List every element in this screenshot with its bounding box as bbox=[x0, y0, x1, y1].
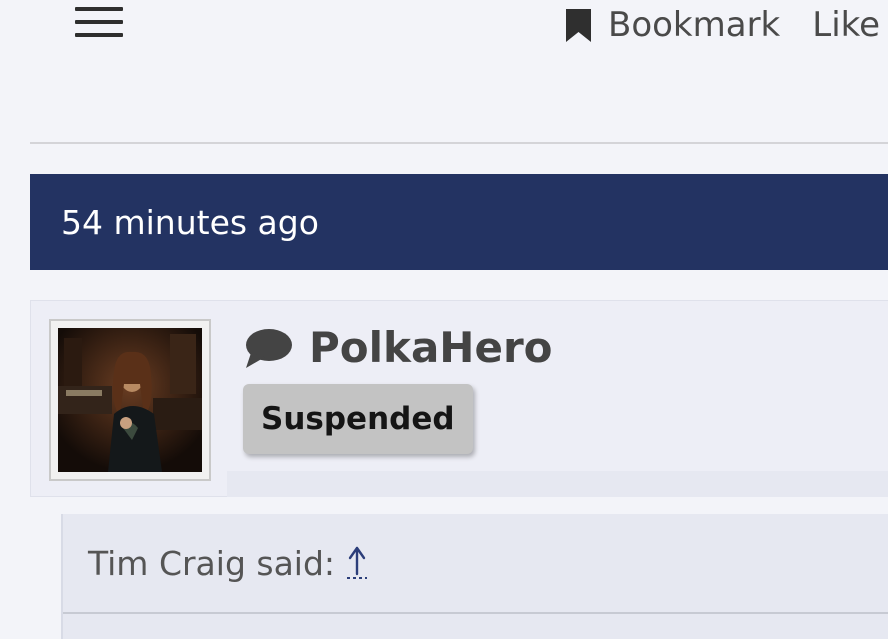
divider bbox=[30, 142, 888, 144]
chat-bubble-icon bbox=[246, 328, 292, 368]
menu-bar bbox=[75, 20, 123, 24]
avatar-image bbox=[58, 328, 202, 472]
author-info-footer bbox=[227, 471, 888, 497]
status-badge: Suspended bbox=[243, 384, 473, 454]
hamburger-menu-icon[interactable] bbox=[75, 7, 123, 37]
author-username[interactable]: PolkaHero bbox=[309, 323, 553, 372]
post-timestamp: 54 minutes ago bbox=[61, 202, 319, 242]
bookmark-label: Bookmark bbox=[608, 5, 781, 45]
bookmark-icon bbox=[566, 8, 591, 42]
status-badge-label: Suspended bbox=[261, 401, 455, 437]
menu-bar bbox=[75, 33, 123, 37]
quote-block: Tim Craig said: bbox=[61, 514, 888, 639]
author-line: PolkaHero bbox=[243, 323, 553, 372]
up-arrow-icon[interactable] bbox=[345, 544, 369, 582]
post-header: 54 minutes ago bbox=[30, 174, 888, 270]
post-actions: Bookmark Like bbox=[564, 4, 880, 46]
bookmark-button[interactable]: Bookmark bbox=[564, 4, 780, 46]
top-toolbar: Bookmark Like bbox=[0, 0, 888, 60]
quote-attribution: Tim Craig said: bbox=[88, 543, 336, 583]
avatar[interactable] bbox=[49, 319, 211, 481]
post-author-block: PolkaHero Suspended bbox=[30, 300, 888, 497]
like-button[interactable]: Like bbox=[812, 4, 880, 46]
quote-header: Tim Craig said: bbox=[63, 514, 888, 614]
menu-bar bbox=[75, 7, 123, 11]
